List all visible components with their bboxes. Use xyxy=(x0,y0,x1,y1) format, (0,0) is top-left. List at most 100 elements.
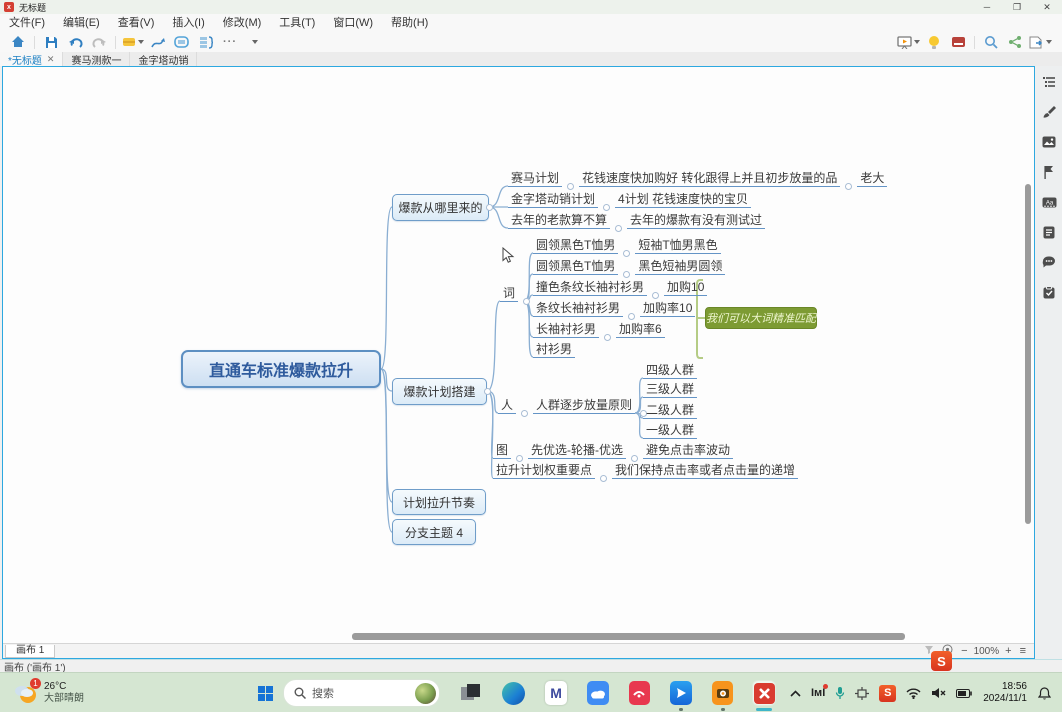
collapse-dot[interactable] xyxy=(631,455,638,462)
menu-file[interactable]: 文件(F) xyxy=(0,14,54,32)
menu-window[interactable]: 窗口(W) xyxy=(324,14,382,32)
central-topic[interactable]: 直通车标准爆款拉升 xyxy=(181,350,381,388)
summary-button[interactable] xyxy=(194,33,218,51)
taskbar-clock[interactable]: 18:56 2024/11/1 xyxy=(983,681,1027,705)
collapse-dot[interactable] xyxy=(486,204,493,211)
style-button[interactable] xyxy=(120,33,146,51)
collapse-dot[interactable] xyxy=(603,204,610,211)
xmind-app-button[interactable] xyxy=(753,681,775,705)
collapse-dot[interactable] xyxy=(652,292,659,299)
horizontal-scrollbar[interactable] xyxy=(352,633,905,640)
topic-where-hits-come-from[interactable]: 爆款从哪里来的 xyxy=(392,194,489,221)
map-topic[interactable]: 先优选-轮播-优选 xyxy=(528,443,626,459)
tab-untitled[interactable]: *无标题✕ xyxy=(0,52,63,66)
menu-view[interactable]: 查看(V) xyxy=(109,14,164,32)
format-panel-button[interactable] xyxy=(1041,104,1057,120)
map-topic[interactable]: 圆领黑色T恤男 xyxy=(533,238,618,254)
map-topic[interactable]: 撞色条纹长袖衬衫男 xyxy=(533,280,647,296)
map-topic[interactable]: 二级人群 xyxy=(643,403,697,419)
taskview-app-button[interactable] xyxy=(460,681,482,705)
menu-edit[interactable]: 编辑(E) xyxy=(54,14,109,32)
map-topic[interactable]: 避免点击率波动 xyxy=(643,443,733,459)
collapse-dot[interactable] xyxy=(516,455,523,462)
topic-ramp-rhythm[interactable]: 计划拉升节奏 xyxy=(392,489,486,515)
topic-plan-setup[interactable]: 爆款计划搭建 xyxy=(392,378,487,405)
comment-panel-button[interactable] xyxy=(1041,254,1057,270)
map-topic[interactable]: 人群逐步放量原则 xyxy=(533,398,635,414)
toolbar-expand-button[interactable] xyxy=(242,33,266,51)
marker-panel-button[interactable] xyxy=(1041,164,1057,180)
more-tools-button[interactable]: ··· xyxy=(218,33,242,51)
notes-panel-button[interactable] xyxy=(1041,224,1057,240)
topic-branch-4[interactable]: 分支主题 4 xyxy=(392,519,476,545)
presentation-button[interactable] xyxy=(895,33,922,51)
summary-callout[interactable]: 我们可以大词精准匹配 xyxy=(705,307,817,329)
map-topic[interactable]: 去年的老款算不算 xyxy=(508,213,610,229)
close-button[interactable]: ✕ xyxy=(1032,0,1062,14)
map-topic[interactable]: 赛马计划 xyxy=(508,171,562,187)
map-topic[interactable]: 词 xyxy=(500,286,518,302)
save-button[interactable] xyxy=(39,33,63,51)
tray-sogou[interactable]: S xyxy=(879,685,896,702)
map-topic[interactable]: 一级人群 xyxy=(643,423,697,439)
start-button[interactable] xyxy=(255,682,275,704)
collapse-dot[interactable] xyxy=(521,410,528,417)
player-app-button[interactable] xyxy=(670,681,692,705)
mindmap-canvas[interactable]: 直通车标准爆款拉升爆款从哪里来的爆款计划搭建计划拉升节奏分支主题 4赛马计划花钱… xyxy=(3,67,1034,644)
red-app-button[interactable] xyxy=(629,681,651,705)
cloud-drive-app-button[interactable] xyxy=(587,681,609,705)
map-topic[interactable]: 去年的爆款有没有测试过 xyxy=(627,213,765,229)
tray-snip-tool[interactable] xyxy=(855,687,869,700)
map-topic[interactable]: 金字塔动销计划 xyxy=(508,192,598,208)
menu-modify[interactable]: 修改(M) xyxy=(214,14,271,32)
map-topic[interactable]: 条纹长袖衬衫男 xyxy=(533,301,623,317)
menu-tools[interactable]: 工具(T) xyxy=(270,14,324,32)
map-topic[interactable]: 长袖衬衫男 xyxy=(533,322,599,338)
tray-expand-button[interactable] xyxy=(790,690,801,697)
map-topic[interactable]: 衬衫男 xyxy=(533,342,575,358)
zoom-menu-button[interactable]: ≡ xyxy=(1016,645,1030,657)
capture-app-button[interactable] xyxy=(712,681,734,705)
search-button[interactable] xyxy=(979,33,1003,51)
menu-help[interactable]: 帮助(H) xyxy=(382,14,437,32)
menu-insert[interactable]: 插入(I) xyxy=(163,14,213,32)
collapse-dot[interactable] xyxy=(523,298,530,305)
map-topic[interactable]: 人 xyxy=(498,398,516,414)
minimize-button[interactable]: ─ xyxy=(972,0,1002,14)
notification-button[interactable] xyxy=(1038,687,1051,700)
map-topic[interactable]: 短袖T恤男黑色 xyxy=(635,238,720,254)
map-topic[interactable]: 加购率10 xyxy=(640,301,695,317)
tray-m-app[interactable]: IмI xyxy=(811,687,825,699)
share-button[interactable] xyxy=(1003,33,1027,51)
vertical-scrollbar[interactable] xyxy=(1025,184,1031,524)
boundary-button[interactable] xyxy=(170,33,194,51)
map-topic[interactable]: 圆领黑色T恤男 xyxy=(533,259,618,275)
collapse-dot[interactable] xyxy=(567,183,574,190)
label-panel-button[interactable]: Aa xyxy=(1041,194,1057,210)
tray-volume-muted[interactable] xyxy=(931,687,946,699)
collapse-dot[interactable] xyxy=(604,334,611,341)
image-panel-button[interactable] xyxy=(1041,134,1057,150)
export-button[interactable] xyxy=(1027,33,1054,51)
weather-widget[interactable]: 1 26°C 大部晴朗 xyxy=(12,681,255,705)
close-tab-icon[interactable]: ✕ xyxy=(47,54,55,65)
sogou-input-icon[interactable]: S xyxy=(931,651,952,671)
tab-jinzita-dongxiao[interactable]: 金字塔动销 xyxy=(130,52,197,66)
redo-button[interactable] xyxy=(87,33,111,51)
taskbar-search[interactable]: 搜索 xyxy=(283,679,440,707)
map-topic[interactable]: 我们保持点击率或者点击量的递增 xyxy=(612,463,798,479)
collapse-dot[interactable] xyxy=(628,313,635,320)
tray-wifi[interactable] xyxy=(906,688,921,699)
map-topic[interactable]: 三级人群 xyxy=(643,382,697,398)
zoom-in-button[interactable]: + xyxy=(1001,645,1015,657)
edge-app-button[interactable] xyxy=(502,681,525,705)
mindmaster-app-button[interactable]: M xyxy=(545,681,567,705)
relationship-button[interactable] xyxy=(146,33,170,51)
collapse-dot[interactable] xyxy=(600,475,607,482)
collapse-dot[interactable] xyxy=(615,225,622,232)
restore-button[interactable]: ❐ xyxy=(1002,0,1032,14)
zoom-out-button[interactable]: − xyxy=(957,645,971,657)
idea-button[interactable] xyxy=(922,33,946,51)
map-topic[interactable]: 4计划 花钱速度快的宝贝 xyxy=(615,192,751,208)
map-topic[interactable]: 加购10 xyxy=(664,280,707,296)
